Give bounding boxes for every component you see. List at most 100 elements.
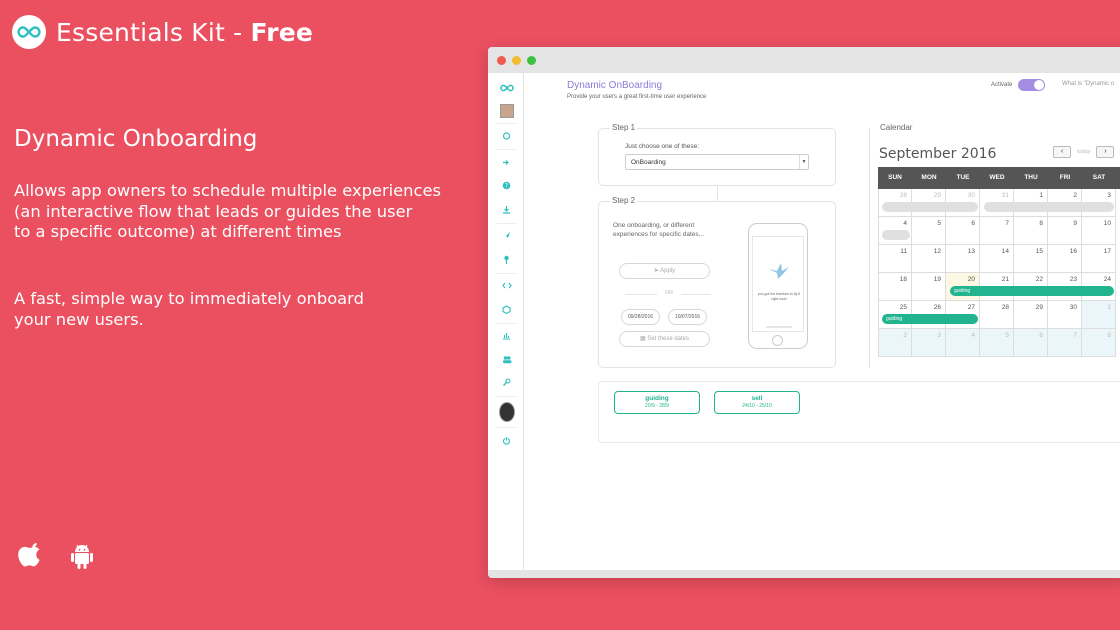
sidebar-divider bbox=[496, 427, 517, 428]
calendar-day-cell[interactable]: 10 bbox=[1082, 217, 1116, 245]
calendar-event[interactable]: guiding bbox=[882, 314, 978, 324]
calendar-day-cell[interactable]: 19 bbox=[912, 273, 946, 301]
calendar-day-cell[interactable]: 15 bbox=[1014, 245, 1048, 273]
calendar-day-cell[interactable]: 6 bbox=[946, 217, 980, 245]
sidebar-divider bbox=[496, 222, 517, 224]
calendar-day-cell[interactable]: 29 bbox=[1014, 301, 1048, 329]
date-to-field[interactable]: 10/07/2016 bbox=[668, 309, 707, 325]
step-2-description: One onboarding, or different experiences… bbox=[613, 222, 705, 238]
set-dates-button[interactable]: ▦ Set these dates bbox=[619, 331, 710, 347]
weekday-header: MON bbox=[921, 174, 937, 181]
android-icon bbox=[70, 543, 94, 576]
calendar-event[interactable]: guiding bbox=[950, 286, 1114, 296]
window-bottom-bar bbox=[488, 570, 1120, 578]
sidebar-divider bbox=[496, 272, 517, 274]
sidebar-divider bbox=[496, 149, 517, 150]
minimize-window-button[interactable] bbox=[512, 55, 521, 65]
calendar-week-row: 25 26 27 28 29 30 1 guiding bbox=[878, 301, 1120, 329]
calendar-day-cell[interactable]: 4 bbox=[946, 329, 980, 357]
calendar-day-cell[interactable]: 14 bbox=[980, 245, 1014, 273]
weekday-header: WED bbox=[989, 174, 1005, 181]
calendar-event[interactable] bbox=[882, 202, 978, 212]
bird-icon bbox=[769, 263, 789, 279]
calendar-day-cell[interactable]: 12 bbox=[912, 245, 946, 273]
chevron-left-icon[interactable]: ‹ bbox=[1053, 146, 1071, 158]
calendar-event[interactable] bbox=[984, 202, 1114, 212]
apply-button[interactable]: ➤ Apply bbox=[619, 263, 710, 279]
sidebar-rocket-icon[interactable] bbox=[498, 225, 516, 247]
chevron-down-icon: ▼ bbox=[799, 155, 808, 169]
calendar-day-cell[interactable]: 11 bbox=[878, 245, 912, 273]
sidebar-touch-icon[interactable] bbox=[498, 125, 516, 147]
close-window-button[interactable] bbox=[497, 55, 506, 65]
calendar-day-cell[interactable]: 28 bbox=[980, 301, 1014, 329]
account-avatar[interactable] bbox=[498, 402, 515, 422]
weekday-header: TUE bbox=[956, 174, 970, 181]
calendar-day-cell[interactable]: 2 bbox=[878, 329, 912, 357]
platform-icons bbox=[18, 543, 94, 576]
user-avatar[interactable] bbox=[499, 103, 514, 118]
calendar-day-cell[interactable]: 17 bbox=[1082, 245, 1116, 273]
step-connector bbox=[717, 186, 718, 201]
calendar-day-cell[interactable]: 16 bbox=[1048, 245, 1082, 273]
calendar-grid: SUN MON TUE WED THU FRI SAT 28 29 30 31 1 2 3 4 5 6 7 8 9 1… bbox=[878, 167, 1120, 357]
sidebar-pin-icon[interactable] bbox=[498, 248, 516, 270]
sidebar-help-icon[interactable]: ? bbox=[498, 175, 516, 197]
what-is-link[interactable]: What is "Dynamic o bbox=[1062, 81, 1114, 87]
activate-toggle[interactable] bbox=[1018, 79, 1046, 91]
calendar-week-row: 11 12 13 14 15 16 17 bbox=[878, 245, 1120, 273]
page-title: Dynamic OnBoarding bbox=[567, 80, 663, 91]
calendar-day-cell[interactable]: 7 bbox=[980, 217, 1014, 245]
brand-title: Essentials Kit - Free bbox=[56, 17, 314, 47]
calendar-week-row: 2345678 bbox=[878, 329, 1120, 357]
page-subtitle: Provide your users a great first-time us… bbox=[567, 94, 707, 100]
sidebar-signin-icon[interactable] bbox=[498, 151, 516, 173]
window-titlebar bbox=[488, 47, 1120, 73]
activate-label: Activate bbox=[991, 82, 1013, 88]
sidebar-users-icon[interactable] bbox=[498, 348, 516, 370]
calendar-week-row: 18 19 20 21 22 23 24 guiding bbox=[878, 273, 1120, 301]
experience-select[interactable]: OnBoarding ▼ bbox=[625, 154, 809, 170]
calendar-day-cell[interactable]: 30 bbox=[1048, 301, 1082, 329]
maximize-window-button[interactable] bbox=[527, 55, 536, 65]
sidebar-chart-icon[interactable] bbox=[498, 325, 516, 347]
weekday-header: SUN bbox=[888, 174, 902, 181]
sidebar: ? bbox=[490, 73, 524, 570]
sidebar-code-icon[interactable] bbox=[498, 275, 516, 297]
calendar-day-cell[interactable]: 5 bbox=[980, 329, 1014, 357]
today-button[interactable]: today bbox=[1073, 149, 1094, 155]
sidebar-power-icon[interactable] bbox=[498, 429, 516, 451]
date-from-field[interactable]: 09/28/2016 bbox=[621, 309, 660, 325]
phone-home-button bbox=[772, 335, 783, 346]
hero-paragraph-1: Allows app owners to schedule multiple e… bbox=[14, 181, 441, 241]
calendar-day-cell[interactable]: 3 bbox=[912, 329, 946, 357]
sidebar-cube-icon[interactable] bbox=[498, 298, 516, 320]
experience-chip-sell[interactable]: sell 24/10 - 25/10 bbox=[714, 391, 800, 414]
calendar-event[interactable] bbox=[882, 230, 910, 240]
calendar-day-cell[interactable]: 9 bbox=[1048, 217, 1082, 245]
infinity-icon bbox=[12, 15, 46, 49]
calendar-day-cell[interactable]: 18 bbox=[878, 273, 912, 301]
calendar-day-cell[interactable]: 1 bbox=[1082, 301, 1116, 329]
calendar-day-cell[interactable]: 8 bbox=[1014, 217, 1048, 245]
hero-paragraph-2: A fast, simple way to immediately onboar… bbox=[14, 289, 364, 329]
sidebar-download-icon[interactable] bbox=[498, 198, 516, 220]
calendar-day-cell[interactable]: 6 bbox=[1014, 329, 1048, 357]
calendar-day-cell[interactable]: 5 bbox=[912, 217, 946, 245]
app-window: ? Dynamic OnBoarding Provide your users … bbox=[488, 47, 1120, 578]
sidebar-divider bbox=[496, 322, 517, 324]
weekday-header: THU bbox=[1024, 174, 1038, 181]
calendar-day-cell[interactable]: 8 bbox=[1082, 329, 1116, 357]
calendar-day-cell[interactable]: 7 bbox=[1048, 329, 1082, 357]
experience-chip-guiding[interactable]: guiding 20/9 - 28/9 bbox=[614, 391, 700, 414]
calendar-weekday-header: SUN MON TUE WED THU FRI SAT bbox=[878, 167, 1120, 189]
sidebar-divider bbox=[496, 122, 517, 124]
sidebar-wrench-icon[interactable] bbox=[498, 372, 516, 394]
chevron-right-icon[interactable]: › bbox=[1096, 146, 1115, 158]
apple-icon bbox=[18, 543, 42, 576]
calendar-week-row: 28 29 30 31 1 2 3 bbox=[878, 189, 1120, 217]
sidebar-logo-infinity-icon[interactable] bbox=[498, 77, 516, 99]
calendar-label: Calendar bbox=[880, 123, 913, 132]
hero-title: Dynamic Onboarding bbox=[14, 126, 258, 152]
calendar-day-cell[interactable]: 13 bbox=[946, 245, 980, 273]
